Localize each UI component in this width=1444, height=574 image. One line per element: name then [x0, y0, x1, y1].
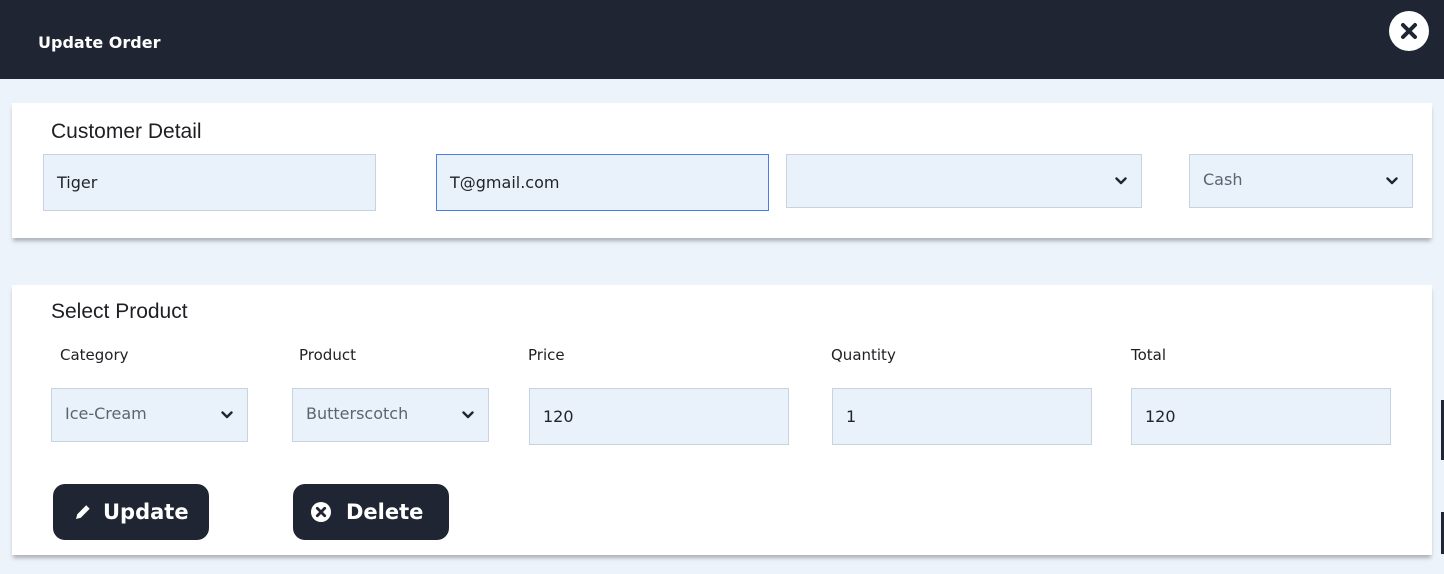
update-button-label: Update — [103, 500, 189, 524]
category-dropdown[interactable]: Ice-Cream — [51, 388, 248, 442]
payment-method-value: Cash — [1203, 170, 1243, 189]
product-label: Product — [299, 346, 356, 364]
product-dropdown[interactable]: Butterscotch — [292, 388, 489, 442]
customer-email-value: T@gmail.com — [450, 173, 560, 192]
customer-detail-heading: Customer Detail — [51, 120, 202, 143]
price-value: 120 — [543, 407, 574, 426]
category-label: Category — [60, 346, 129, 364]
dialog-header: Update Order — [0, 0, 1444, 79]
customer-select-dropdown[interactable] — [786, 154, 1142, 208]
payment-method-dropdown[interactable]: Cash — [1189, 154, 1413, 208]
price-label: Price — [528, 346, 565, 364]
update-button[interactable]: Update — [53, 484, 209, 540]
close-button[interactable] — [1389, 11, 1429, 51]
price-field[interactable]: 120 — [529, 388, 789, 445]
total-label: Total — [1131, 346, 1167, 364]
customer-name-field[interactable]: Tiger — [43, 154, 376, 211]
chevron-down-icon — [1386, 177, 1398, 185]
delete-button-label: Delete — [346, 500, 424, 524]
close-icon — [1401, 23, 1417, 39]
customer-name-value: Tiger — [57, 173, 98, 192]
chevron-down-icon — [462, 411, 474, 419]
total-value: 120 — [1145, 407, 1176, 426]
dialog-title: Update Order — [38, 33, 161, 52]
quantity-field[interactable]: 1 — [832, 388, 1092, 445]
delete-button[interactable]: Delete — [293, 484, 449, 540]
select-product-heading: Select Product — [51, 300, 188, 323]
chevron-down-icon — [221, 411, 233, 419]
customer-detail-card: Customer Detail Tiger T@gmail.com Cash — [12, 103, 1432, 238]
select-product-card: Select Product Category Product Price Qu… — [12, 285, 1432, 555]
pencil-icon — [76, 505, 90, 519]
quantity-label: Quantity — [831, 346, 896, 364]
category-value: Ice-Cream — [65, 404, 147, 423]
chevron-down-icon — [1115, 177, 1127, 185]
total-field[interactable]: 120 — [1131, 388, 1391, 445]
customer-email-field[interactable]: T@gmail.com — [436, 154, 769, 211]
circle-x-icon — [311, 502, 331, 522]
quantity-value: 1 — [846, 407, 857, 426]
product-value: Butterscotch — [306, 404, 409, 423]
